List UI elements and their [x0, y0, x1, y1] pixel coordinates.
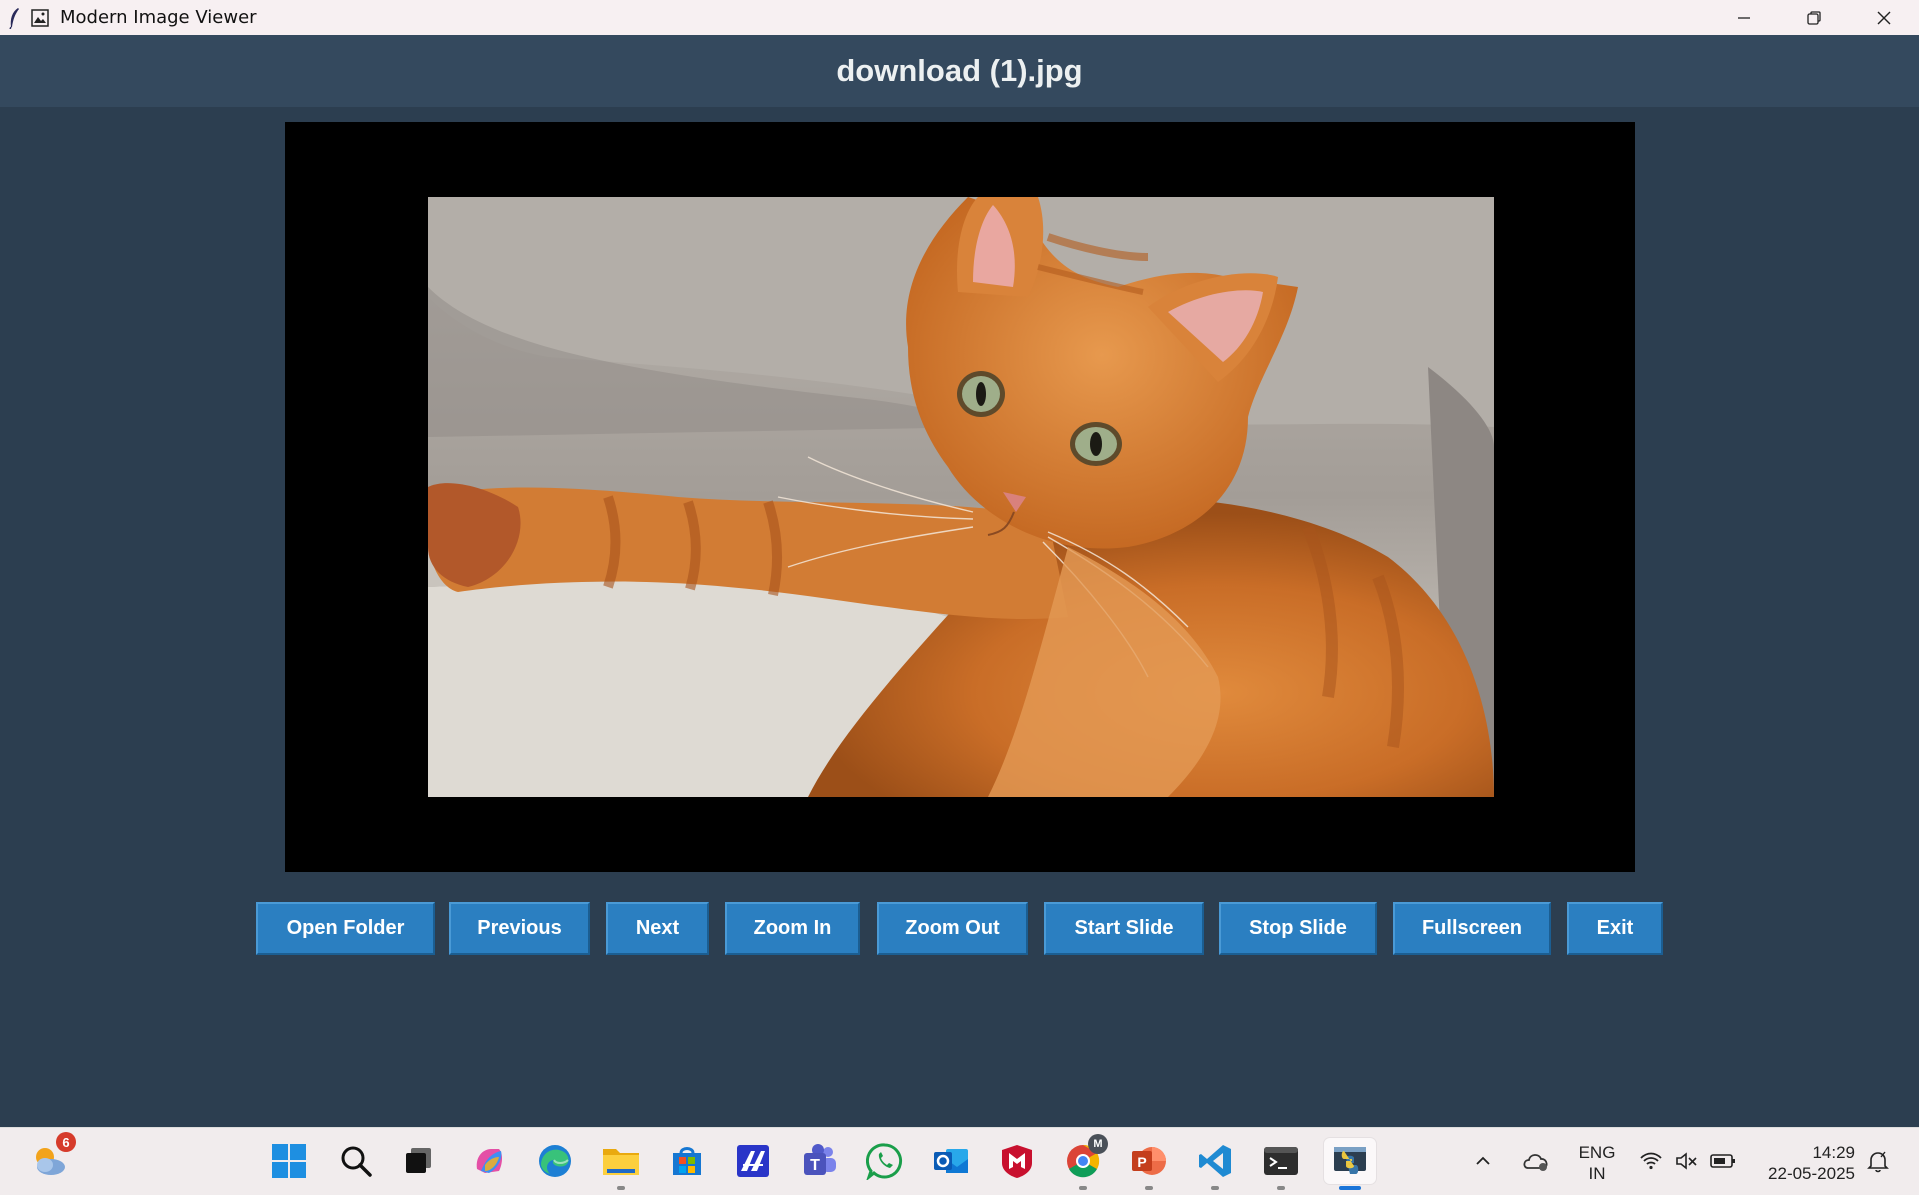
- restore-icon: [1807, 10, 1821, 25]
- outlook-icon: [934, 1149, 968, 1173]
- battery-icon: [1710, 1154, 1735, 1168]
- microsoft-store-button[interactable]: [664, 1138, 710, 1184]
- notifications-button[interactable]: [1860, 1138, 1896, 1184]
- outlook-button[interactable]: [928, 1138, 974, 1184]
- copilot-button[interactable]: [466, 1138, 512, 1184]
- active-indicator: [1339, 1186, 1361, 1190]
- displayed-image: [428, 197, 1494, 797]
- battery-button[interactable]: [1706, 1138, 1740, 1184]
- terminal-button[interactable]: [1258, 1138, 1304, 1190]
- folder-icon: [603, 1149, 639, 1175]
- image-filename: download (1).jpg: [836, 53, 1083, 88]
- chrome-button[interactable]: M: [1060, 1134, 1108, 1190]
- search-button[interactable]: [333, 1138, 379, 1184]
- whatsapp-button[interactable]: [862, 1138, 908, 1184]
- running-indicator: [617, 1186, 625, 1190]
- whatsapp-icon: [866, 1143, 903, 1180]
- app-a-icon: [737, 1145, 769, 1177]
- powerpoint-icon: P: [1132, 1147, 1166, 1175]
- store-icon: [673, 1147, 701, 1175]
- weather-widget[interactable]: 6: [26, 1132, 76, 1184]
- edge-icon: [539, 1145, 571, 1177]
- wifi-button[interactable]: [1634, 1138, 1668, 1184]
- close-icon: [1877, 11, 1891, 24]
- feather-icon: [6, 7, 22, 29]
- volume-button[interactable]: [1670, 1138, 1704, 1184]
- onedrive-button[interactable]: [1516, 1138, 1556, 1184]
- search-icon: [341, 1146, 372, 1177]
- notification-badge: 6: [56, 1132, 76, 1152]
- file-explorer-button[interactable]: [598, 1138, 644, 1190]
- teams-button[interactable]: T: [796, 1138, 842, 1184]
- date-display: 22-05-2025: [1768, 1164, 1855, 1183]
- image-canvas[interactable]: [285, 122, 1635, 872]
- mcafee-shield-icon: [1002, 1145, 1032, 1178]
- next-button[interactable]: Next: [606, 902, 709, 955]
- restore-button[interactable]: [1779, 0, 1849, 35]
- notification-bell-icon: [1867, 1151, 1889, 1173]
- mcafee-button[interactable]: [994, 1138, 1040, 1184]
- title-bar: Modern Image Viewer: [0, 0, 1919, 35]
- chevron-up-icon: [1476, 1156, 1490, 1165]
- wifi-icon: [1640, 1152, 1662, 1170]
- python-window-icon: [1334, 1147, 1366, 1174]
- teams-icon: T: [804, 1144, 836, 1175]
- previous-button[interactable]: Previous: [449, 902, 590, 955]
- clock[interactable]: 14:29 22-05-2025: [1768, 1142, 1855, 1184]
- svg-text:P: P: [1137, 1154, 1146, 1170]
- language-line2: IN: [1588, 1164, 1606, 1183]
- show-hidden-icons-button[interactable]: [1468, 1138, 1498, 1184]
- edge-button[interactable]: [532, 1138, 578, 1184]
- task-view-icon: [406, 1148, 431, 1173]
- zoom-out-button[interactable]: Zoom Out: [877, 902, 1028, 955]
- time-display: 14:29: [1812, 1143, 1855, 1162]
- language-indicator[interactable]: ENG IN: [1566, 1142, 1628, 1184]
- open-folder-button[interactable]: Open Folder: [256, 902, 435, 955]
- powerpoint-button[interactable]: P: [1126, 1138, 1172, 1190]
- task-view-button[interactable]: [396, 1138, 442, 1184]
- volume-muted-icon: [1676, 1152, 1697, 1170]
- minimize-icon: [1738, 16, 1750, 19]
- image-icon: [30, 8, 50, 28]
- svg-text:T: T: [810, 1157, 820, 1174]
- filename-header: download (1).jpg: [0, 35, 1919, 107]
- fullscreen-button[interactable]: Fullscreen: [1393, 902, 1551, 955]
- running-indicator: [1211, 1186, 1219, 1190]
- close-button[interactable]: [1849, 0, 1919, 35]
- minimize-button[interactable]: [1709, 0, 1779, 35]
- windows-icon: [272, 1144, 306, 1178]
- exit-button[interactable]: Exit: [1567, 902, 1663, 955]
- running-indicator: [1145, 1186, 1153, 1190]
- vscode-button[interactable]: [1192, 1138, 1238, 1190]
- profile-badge: M: [1088, 1134, 1108, 1154]
- python-app-button[interactable]: [1324, 1138, 1376, 1190]
- start-slide-button[interactable]: Start Slide: [1044, 902, 1204, 955]
- running-indicator: [1277, 1186, 1285, 1190]
- vscode-icon: [1199, 1145, 1231, 1177]
- copilot-icon: [476, 1149, 502, 1173]
- cloud-icon: [1523, 1154, 1548, 1171]
- zoom-in-button[interactable]: Zoom In: [725, 902, 860, 955]
- running-indicator: [1079, 1186, 1087, 1190]
- window-title: Modern Image Viewer: [60, 7, 257, 28]
- taskbar: 6 T M P ENG IN 14:29 22-05-2025: [0, 1127, 1919, 1195]
- stop-slide-button[interactable]: Stop Slide: [1219, 902, 1377, 955]
- language-line1: ENG: [1578, 1143, 1616, 1162]
- terminal-icon: [1264, 1147, 1298, 1175]
- app-a-button[interactable]: [730, 1138, 776, 1184]
- start-button[interactable]: [266, 1138, 312, 1184]
